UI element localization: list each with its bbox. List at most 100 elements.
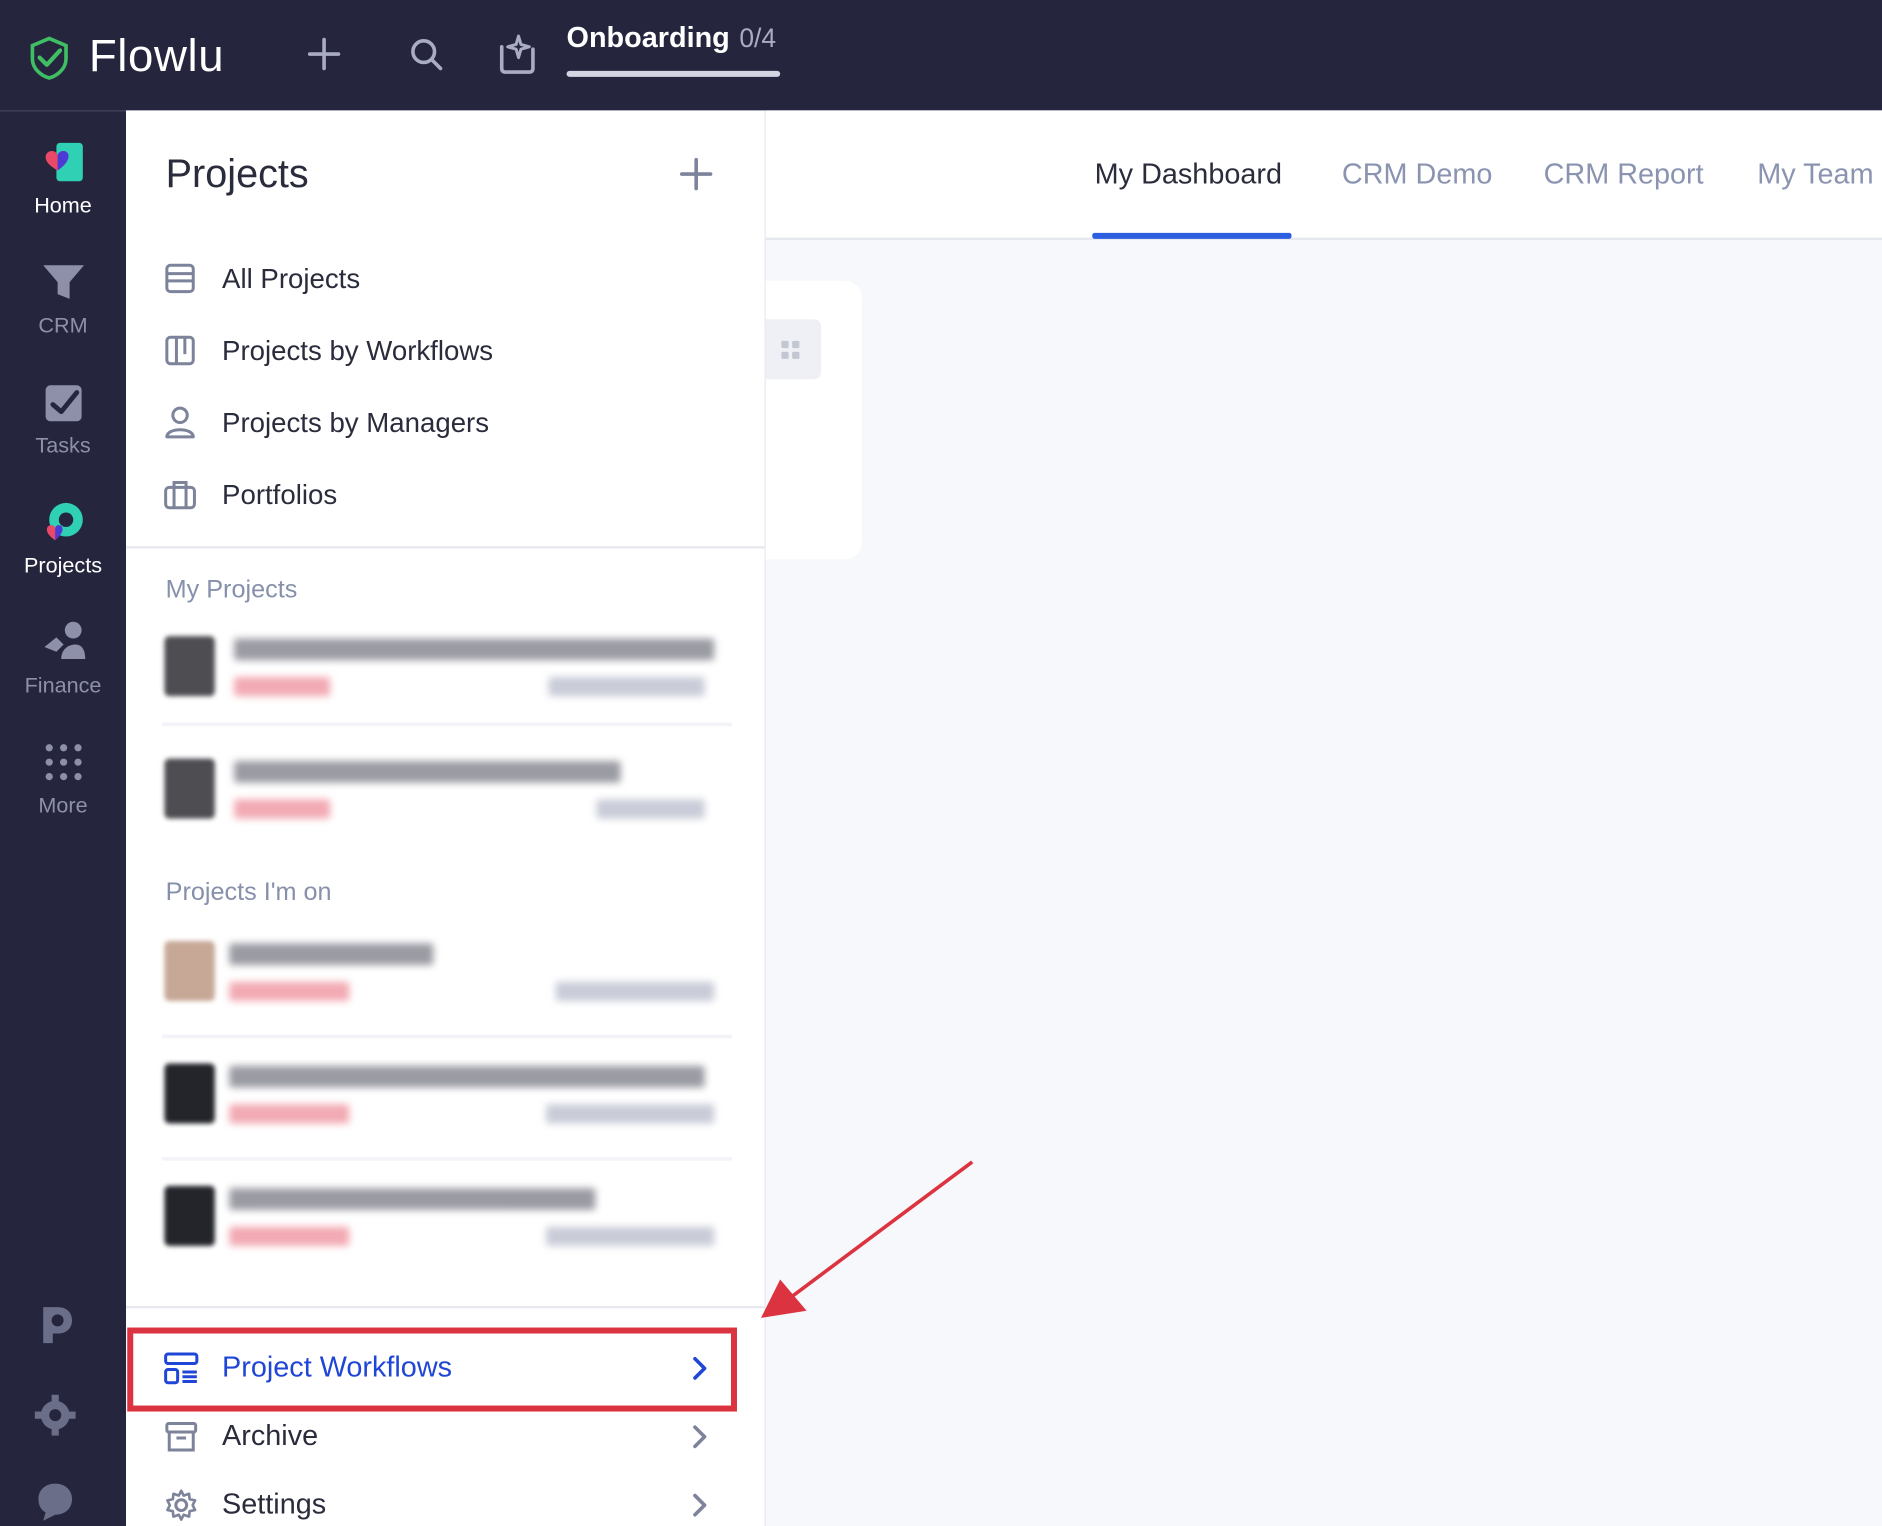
archive-label: Archive: [222, 1419, 319, 1453]
onboarding-progress[interactable]: Onboarding 0/4: [566, 21, 781, 80]
finance-icon: [43, 621, 85, 659]
project-name-redacted: [229, 943, 434, 966]
settings-link[interactable]: Settings: [162, 1473, 726, 1526]
brand-name: Flowlu: [88, 31, 225, 82]
briefcase-icon: [162, 477, 198, 513]
nav-all-projects[interactable]: All Projects: [162, 252, 726, 305]
nav-projects-by-managers-label: Projects by Managers: [222, 406, 490, 438]
tab-crm-report[interactable]: CRM Report: [1544, 158, 1704, 192]
separator: [162, 1157, 733, 1161]
archive-icon: [162, 1418, 200, 1456]
chevron-right-icon: [693, 1356, 707, 1380]
project-workflows-label: Project Workflows: [222, 1351, 453, 1384]
nav-projects-label: Projects: [23, 553, 103, 578]
dashboard-main: My Dashboard CRM Demo CRM Report My Team: [765, 110, 1882, 1526]
project-status-redacted: [234, 676, 331, 697]
nav-crm-label: CRM: [38, 313, 88, 338]
project-date-redacted: [596, 799, 705, 819]
project-name-redacted: [229, 1188, 596, 1210]
projects-im-on-heading: Projects I'm on: [165, 878, 332, 907]
nav-portfolios-label: Portfolios: [222, 478, 338, 510]
kanban-icon: [162, 332, 198, 368]
project-status-redacted: [229, 981, 350, 1002]
panel-title: Projects: [165, 151, 309, 196]
gear-icon[interactable]: [31, 1391, 79, 1439]
parking-icon[interactable]: [31, 1300, 79, 1348]
nav-home-label: Home: [34, 193, 92, 218]
separator: [162, 1034, 733, 1039]
nav-home[interactable]: Home: [0, 138, 126, 239]
more-icon: [45, 744, 82, 781]
user-icon: [162, 405, 198, 441]
tab-crm-demo[interactable]: CRM Demo: [1342, 158, 1492, 192]
add-icon[interactable]: [301, 31, 347, 77]
list-icon: [162, 260, 198, 296]
project-date-redacted: [548, 676, 705, 697]
chevron-right-icon: [693, 1493, 707, 1517]
project-item[interactable]: [162, 624, 732, 718]
search-icon[interactable]: [403, 31, 449, 77]
grip-icon: [781, 340, 800, 359]
nav-finance[interactable]: Finance: [0, 618, 126, 719]
settings-label: Settings: [222, 1488, 327, 1521]
divider: [126, 1305, 766, 1309]
nav-projects-by-managers[interactable]: Projects by Managers: [162, 396, 726, 449]
onboarding-progress-bar: [566, 70, 781, 77]
avatar: [164, 636, 215, 697]
project-date-redacted: [555, 981, 715, 1002]
project-workflows-link[interactable]: Project Workflows: [162, 1336, 726, 1401]
project-name-redacted: [229, 1065, 705, 1088]
active-tab-indicator: [1092, 232, 1292, 239]
projects-icon: [46, 502, 83, 541]
nav-more-label: More: [38, 793, 88, 818]
drag-handle[interactable]: [765, 319, 822, 380]
project-date-redacted: [546, 1104, 715, 1124]
ai-sparkle-icon[interactable]: [493, 31, 539, 77]
projects-panel: Projects All Projects Projects by Workfl…: [126, 110, 766, 1526]
my-projects-heading: My Projects: [165, 576, 298, 604]
project-name-redacted: [234, 760, 621, 783]
tab-my-team[interactable]: My Team: [1757, 158, 1873, 192]
project-item[interactable]: [162, 1051, 732, 1145]
project-status-redacted: [229, 1104, 350, 1124]
nav-all-projects-label: All Projects: [222, 262, 361, 294]
project-date-redacted: [546, 1226, 715, 1246]
workflows-icon: [162, 1349, 200, 1387]
archive-link[interactable]: Archive: [162, 1404, 726, 1469]
nav-projects[interactable]: Projects: [0, 498, 126, 599]
separator: [162, 722, 733, 727]
nav-projects-by-workflows-label: Projects by Workflows: [222, 334, 494, 366]
add-project-icon[interactable]: [676, 154, 717, 195]
settings-icon: [162, 1486, 200, 1524]
nav-tasks[interactable]: Tasks: [0, 378, 126, 479]
avatar: [164, 1063, 215, 1124]
nav-portfolios[interactable]: Portfolios: [162, 468, 726, 521]
nav-more[interactable]: More: [0, 738, 126, 839]
project-item[interactable]: [162, 929, 732, 1023]
crm-icon: [42, 265, 84, 299]
logo[interactable]: Flowlu: [26, 31, 224, 83]
main-nav-rail: Home CRM Tasks Projects Finance More: [0, 110, 127, 1526]
chat-icon[interactable]: [31, 1478, 79, 1526]
project-item[interactable]: [162, 1174, 732, 1268]
project-status-redacted: [229, 1226, 350, 1246]
home-icon: [45, 142, 83, 182]
check-logo-icon: [30, 35, 68, 80]
nav-crm[interactable]: CRM: [0, 258, 126, 359]
dashboard-tabs: My Dashboard CRM Demo CRM Report My Team: [765, 110, 1882, 241]
project-item[interactable]: [162, 747, 732, 841]
chevron-right-icon: [693, 1425, 707, 1449]
project-status-redacted: [234, 799, 331, 819]
avatar: [164, 941, 215, 1002]
avatar: [164, 1185, 215, 1246]
nav-tasks-label: Tasks: [35, 433, 91, 458]
onboarding-label: Onboarding: [566, 21, 730, 55]
onboarding-count: 0/4: [739, 22, 777, 53]
tab-my-dashboard[interactable]: My Dashboard: [1095, 158, 1282, 192]
nav-projects-by-workflows[interactable]: Projects by Workflows: [162, 324, 726, 377]
top-bar: Flowlu Onboarding 0/4: [0, 0, 1882, 111]
project-name-redacted: [234, 638, 715, 661]
tasks-icon: [45, 385, 82, 422]
avatar: [164, 758, 215, 819]
nav-finance-label: Finance: [24, 673, 102, 698]
